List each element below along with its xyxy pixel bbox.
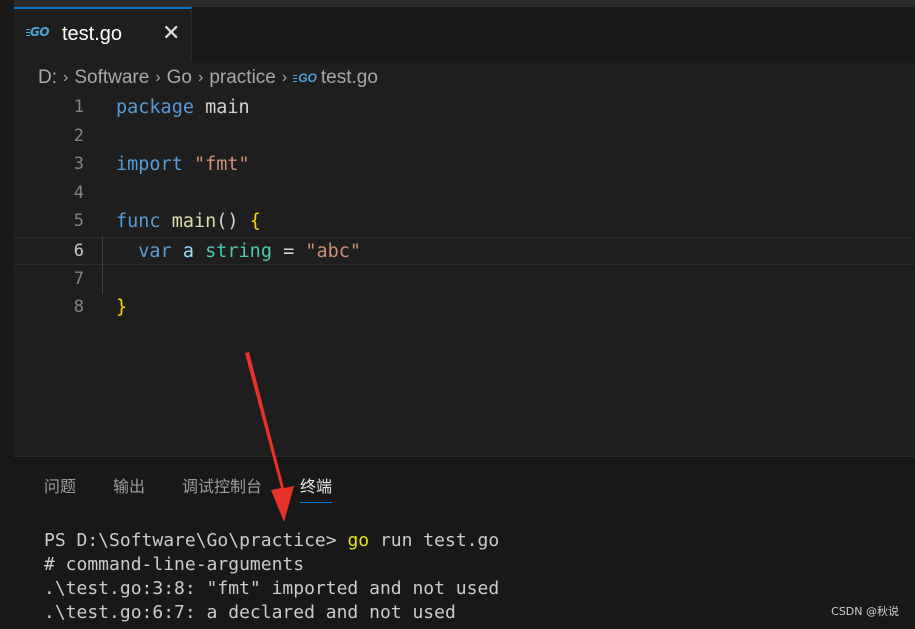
tab-test-go[interactable]: GO test.go ✕: [14, 7, 192, 60]
line-code: }: [116, 297, 127, 318]
code-token: }: [116, 297, 128, 319]
bottom-panel: 问题 输出 调试控制台 终端 PS D:\Software\Go\practice> …: [14, 456, 915, 629]
code-token: (): [216, 211, 250, 233]
breadcrumb-go[interactable]: Go: [167, 67, 192, 89]
line-number: 1: [73, 97, 84, 117]
breadcrumb-software[interactable]: Software: [74, 67, 149, 89]
line-code: func main() {: [116, 211, 261, 232]
watermark: CSDN @秋说: [831, 605, 899, 618]
code-token: func: [116, 211, 161, 233]
code-line[interactable]: 8}: [14, 294, 915, 322]
panel-tab[interactable]: 问题: [44, 473, 76, 497]
code-token: {: [249, 211, 261, 233]
line-code: package main: [116, 97, 250, 118]
terminal-command-go: go: [347, 530, 370, 551]
code-token: package: [116, 97, 194, 118]
breadcrumb: D: › Software › Go › practice › GO test.…: [38, 66, 378, 90]
line-number: 3: [73, 154, 84, 175]
code-token: var: [138, 241, 172, 262]
line-code: var a string = "abc": [116, 241, 361, 262]
code-token: "abc": [305, 241, 362, 262]
go-file-icon: GO: [293, 71, 317, 85]
vscode-window: GO test.go ✕ D: › Software › Go › practi…: [0, 0, 915, 629]
code-token: main: [193, 97, 250, 118]
line-number: 4: [73, 182, 84, 203]
code-token: main: [171, 211, 217, 233]
chevron-right-icon: ›: [281, 69, 288, 86]
terminal-prompt: PS D:\Software\Go\practice>: [44, 530, 348, 551]
terminal-line: # command-line-arguments: [44, 554, 305, 575]
code-token: a: [182, 241, 194, 262]
terminal-line: .\test.go:3:8: "fmt" imported and not us…: [44, 578, 500, 599]
line-number: 6: [73, 241, 84, 261]
line-number: 5: [73, 211, 84, 232]
close-icon[interactable]: ✕: [162, 21, 180, 46]
editor-tab-bar: GO test.go ✕: [14, 0, 915, 60]
breadcrumb-file[interactable]: test.go: [321, 67, 378, 89]
line-number: 2: [73, 125, 84, 146]
code-line[interactable]: 2: [14, 123, 915, 151]
panel-tab[interactable]: 调试控制台: [182, 473, 262, 497]
code-token: import: [116, 154, 183, 176]
line-number: 8: [73, 297, 84, 318]
panel-tab[interactable]: 终端: [300, 473, 333, 503]
code-line[interactable]: 5 func main() {: [14, 208, 915, 236]
tab-label: test.go: [62, 23, 123, 45]
terminal-command-rest: run test.go: [369, 530, 500, 551]
breadcrumb-practice[interactable]: practice: [209, 67, 276, 89]
indent-guide: [102, 236, 103, 294]
code-line[interactable]: 1 package main: [14, 94, 915, 122]
code-line[interactable]: 4: [14, 180, 915, 208]
code-line[interactable]: 7: [14, 266, 915, 294]
code-token: =: [271, 241, 306, 262]
chevron-right-icon: ›: [155, 69, 161, 86]
terminal-line: .\test.go:6:7: a declared and not used: [44, 602, 456, 623]
code-editor[interactable]: 1 package main 2 3 import "fmt" 4 5 func main()…: [14, 94, 915, 456]
go-file-icon: GO: [25, 25, 50, 39]
code-line[interactable]: 6 var a string = "abc": [14, 237, 915, 265]
line-code: import "fmt": [116, 154, 250, 175]
chevron-right-icon: ›: [198, 69, 204, 86]
panel-tab[interactable]: 输出: [113, 473, 145, 497]
breadcrumb-drive[interactable]: D:: [38, 67, 57, 89]
activity-bar-edge: [0, 0, 14, 629]
terminal-output[interactable]: PS D:\Software\Go\practice> go run test.…: [44, 529, 499, 625]
code-line[interactable]: 3 import "fmt": [14, 151, 915, 179]
chevron-right-icon: ›: [63, 69, 69, 86]
code-token: "fmt": [193, 154, 250, 176]
line-number: 7: [73, 268, 84, 289]
code-token: string: [205, 241, 272, 262]
